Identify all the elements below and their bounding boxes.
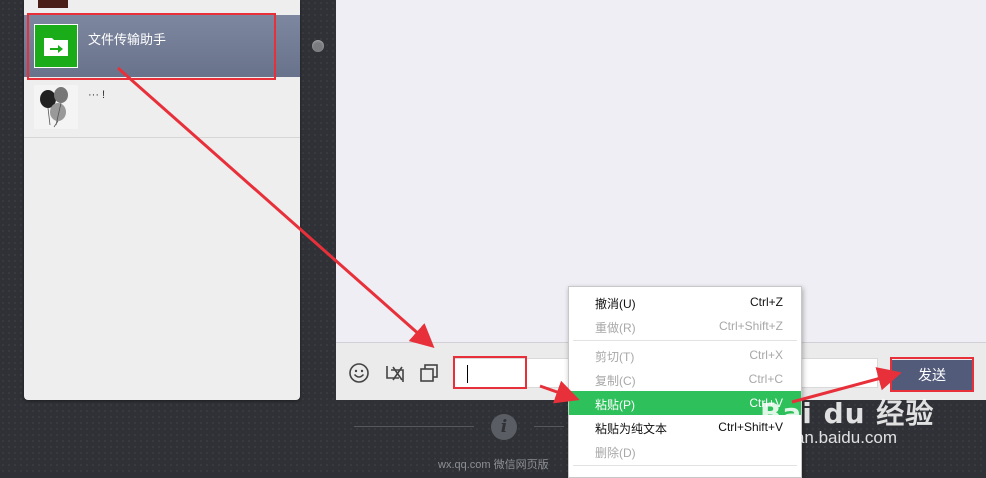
baidu-watermark-logo: Bai du 经验 — [760, 397, 935, 430]
arrow-input-to-menu — [539, 380, 580, 404]
arrow-contact-to-input — [117, 66, 435, 348]
baidu-watermark-url: jingyan.baidu.com — [760, 428, 898, 447]
